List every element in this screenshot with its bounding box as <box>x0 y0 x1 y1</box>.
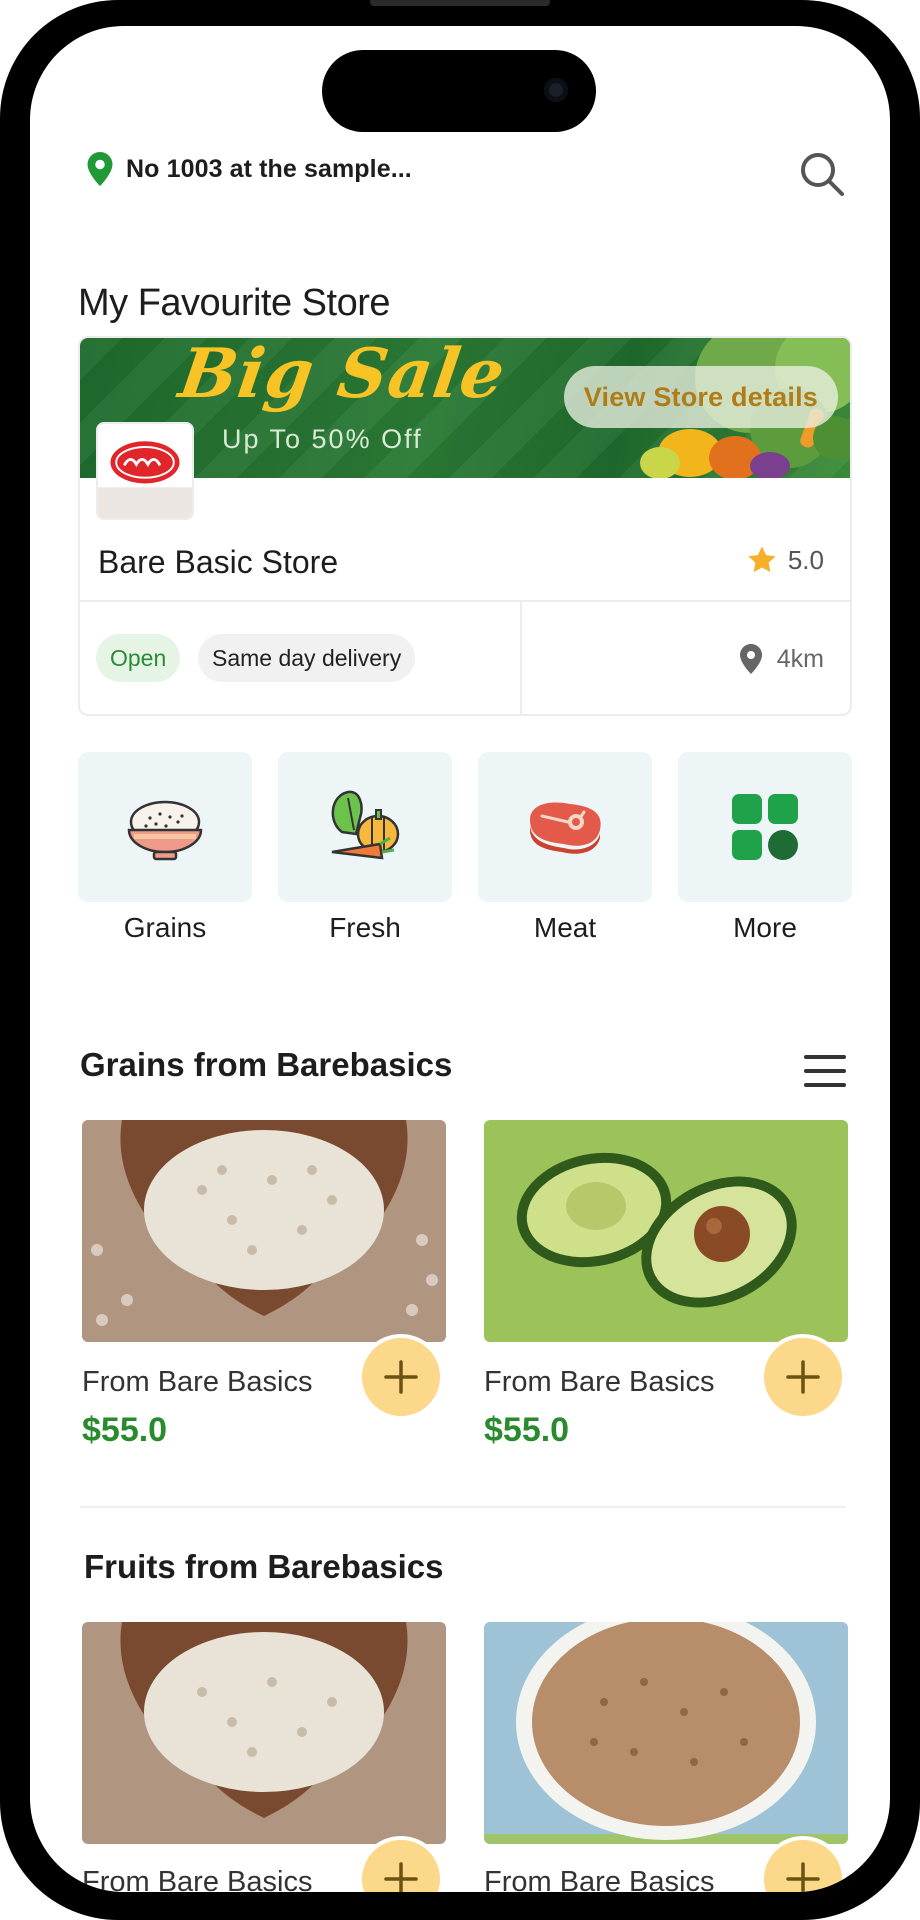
category-tile <box>478 752 652 902</box>
banner-headline: Big Sale <box>174 338 511 414</box>
search-icon[interactable] <box>798 150 846 198</box>
category-label: Fresh <box>329 912 401 943</box>
product-card[interactable]: From Bare Basics $55.0 <box>82 1120 446 1450</box>
avocado-image <box>484 1120 848 1342</box>
card-divider <box>80 600 850 602</box>
camera-icon <box>544 78 568 102</box>
grains-bowl-image <box>484 1622 848 1844</box>
steak-icon <box>530 802 601 854</box>
banner-subline: Up To 50% Off <box>222 424 423 454</box>
product-image <box>82 1120 446 1342</box>
plus-icon <box>384 1360 418 1394</box>
location-selector[interactable]: No 1003 at the sample... <box>86 152 412 186</box>
section-divider <box>80 1506 846 1508</box>
product-card[interactable]: From Bare Basics <box>82 1622 446 1892</box>
product-image <box>484 1622 848 1844</box>
rice-bowl-icon <box>127 800 203 861</box>
favourite-store-card[interactable]: Big Sale Up To 50% Off View Store detail… <box>78 336 852 716</box>
category-tile <box>678 752 852 902</box>
add-to-cart-button[interactable] <box>760 1836 846 1892</box>
open-status-badge: Open <box>96 634 181 682</box>
category-label: Grains <box>123 912 207 943</box>
category-tile <box>78 752 252 902</box>
category-tile <box>278 752 452 902</box>
card-vertical-divider <box>520 600 522 714</box>
store-distance: 4km <box>739 644 824 674</box>
distance-value: 4km <box>776 644 824 673</box>
dynamic-island <box>322 50 596 132</box>
location-text: No 1003 at the sample... <box>126 154 412 183</box>
store-banner: Big Sale Up To 50% Off View Store detail… <box>80 338 850 478</box>
store-name: Bare Basic Store <box>98 544 339 580</box>
phone-frame: No 1003 at the sample... My Favourite St… <box>0 0 920 1920</box>
view-store-details-button[interactable]: View Store details <box>563 366 838 428</box>
category-more[interactable]: More <box>678 752 852 944</box>
category-label: More <box>733 912 797 943</box>
phone-top-edge <box>370 0 550 6</box>
category-label: Meat <box>533 912 597 943</box>
vegetables-icon <box>331 790 400 860</box>
category-meat[interactable]: Meat <box>478 752 652 944</box>
rating-value: 5.0 <box>787 544 824 575</box>
store-logo <box>96 422 194 520</box>
beans-in-hands-image <box>82 1120 446 1342</box>
product-image <box>484 1120 848 1342</box>
beans-in-hands-image <box>82 1622 446 1844</box>
plus-icon <box>786 1862 820 1892</box>
add-to-cart-button[interactable] <box>358 1334 444 1420</box>
menu-icon[interactable] <box>804 1054 846 1088</box>
grid-icon <box>732 794 798 860</box>
plus-icon <box>384 1862 418 1892</box>
add-to-cart-button[interactable] <box>358 1836 444 1892</box>
product-card[interactable]: From Bare Basics <box>484 1622 848 1892</box>
delivery-badge: Same day delivery <box>198 634 416 682</box>
section-title-grains: Grains from Barebasics <box>80 1046 453 1083</box>
product-card[interactable]: From Bare Basics $55.0 <box>484 1120 848 1450</box>
category-fresh[interactable]: Fresh <box>278 752 452 944</box>
add-to-cart-button[interactable] <box>760 1334 846 1420</box>
store-rating: 5.0 <box>746 544 824 576</box>
app-screen: No 1003 at the sample... My Favourite St… <box>30 26 890 1892</box>
product-image <box>82 1622 446 1844</box>
favourite-store-title: My Favourite Store <box>78 282 391 324</box>
section-title-fruits: Fruits from Barebasics <box>84 1548 444 1585</box>
store-logo-graphic <box>98 424 192 518</box>
map-pin-icon <box>87 152 113 186</box>
plus-icon <box>786 1360 820 1394</box>
category-grains[interactable]: Grains <box>78 752 252 944</box>
location-pin-icon <box>739 644 762 674</box>
star-icon <box>748 546 776 573</box>
